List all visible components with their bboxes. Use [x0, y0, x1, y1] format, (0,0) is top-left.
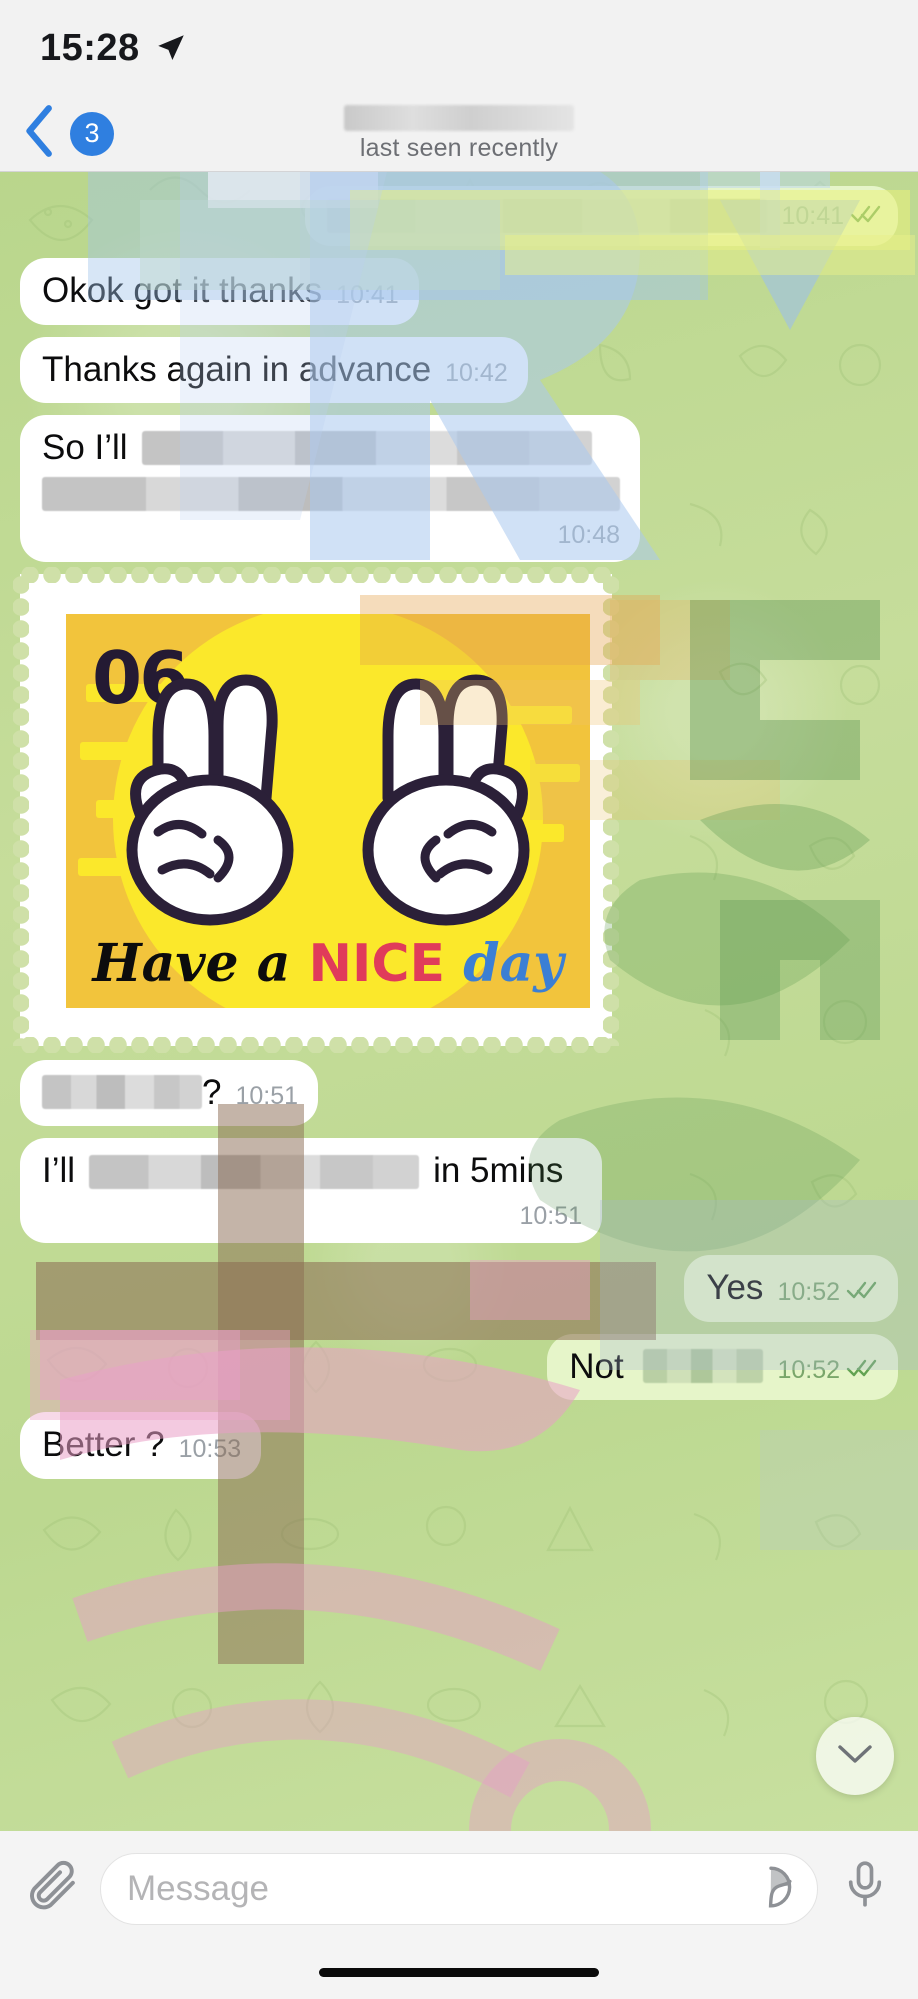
- stamp-artwork: 06 Have a NICE day: [66, 613, 590, 1008]
- message-row[interactable]: I’ll in 5mins 10:51: [0, 1138, 918, 1243]
- message-row[interactable]: Better ? 10:53: [0, 1412, 918, 1479]
- chevron-down-icon[interactable]: [835, 1741, 875, 1772]
- message-meta: 10:53: [179, 1435, 242, 1464]
- message-time: 10:48: [557, 520, 620, 549]
- message-bubble-incoming[interactable]: Okok got it thanks 10:41: [20, 258, 419, 325]
- stamp-perforation-left: [13, 573, 29, 1046]
- message-meta: 10:48: [557, 521, 620, 550]
- message-time: 10:42: [445, 359, 508, 388]
- message-row[interactable]: Not 10:52: [0, 1333, 918, 1401]
- stamp-caption: Have a NICE day: [66, 933, 590, 994]
- message-text-visible: Not: [569, 1346, 624, 1386]
- unread-count-badge[interactable]: 3: [70, 111, 114, 156]
- message-meta: 10:41: [336, 281, 399, 310]
- sticker-icon[interactable]: [747, 1863, 795, 1916]
- message-meta: 10:41: [781, 202, 882, 231]
- double-check-icon: [846, 1278, 878, 1307]
- contact-name-redacted: [344, 104, 574, 131]
- message-bubble-outgoing[interactable]: Not 10:52: [547, 1333, 898, 1401]
- message-row[interactable]: 10:41: [0, 186, 918, 246]
- redacted-text: [327, 199, 768, 233]
- status-bar-time: 15:28: [40, 26, 140, 69]
- redacted-text: [42, 476, 620, 511]
- scroll-to-bottom-button[interactable]: [816, 1717, 894, 1795]
- message-time: 10:51: [519, 1201, 582, 1230]
- back-button[interactable]: 3: [0, 103, 114, 164]
- message-row[interactable]: ? 10:51: [0, 1059, 918, 1127]
- message-text-suffix: in 5mins: [433, 1151, 564, 1191]
- message-bubble-incoming[interactable]: So I’ll 10:48: [20, 415, 640, 562]
- redacted-text: [141, 431, 592, 466]
- message-time: 10:41: [336, 280, 399, 309]
- paperclip-icon[interactable]: [22, 1853, 84, 1915]
- message-bubble-outgoing[interactable]: 10:41: [305, 186, 898, 246]
- redacted-text: [42, 1074, 202, 1109]
- message-meta: 10:52: [777, 1278, 878, 1307]
- message-time: 10:51: [235, 1082, 299, 1111]
- message-row[interactable]: Thanks again in advance 10:42: [0, 336, 918, 404]
- message-bubble-incoming[interactable]: I’ll in 5mins 10:51: [20, 1138, 602, 1243]
- microphone-icon[interactable]: [834, 1853, 896, 1915]
- double-check-icon: [850, 202, 882, 231]
- message-time: 10:52: [777, 1277, 840, 1306]
- message-row[interactable]: Yes 10:52: [0, 1254, 918, 1322]
- message-meta: 10:51: [519, 1202, 582, 1231]
- chat-header: 3 last seen recently: [0, 96, 918, 172]
- message-time: 10:53: [178, 1434, 242, 1463]
- phone-screen: 15:28 3 last seen recently 10:41 Okok go…: [0, 0, 918, 1999]
- message-text-visible: ?: [202, 1072, 222, 1112]
- message-meta: 10:51: [235, 1082, 298, 1111]
- status-bar: 15:28: [0, 0, 918, 96]
- message-list[interactable]: 10:41 Okok got it thanks 10:41 Thanks ag…: [0, 172, 918, 1831]
- message-bubble-incoming[interactable]: Better ? 10:53: [20, 1412, 262, 1479]
- message-row-sticker[interactable]: 06 Have a NICE day: [0, 566, 918, 1053]
- message-text: Thanks again in advance: [42, 349, 432, 389]
- message-time: 10:52: [777, 1356, 840, 1385]
- double-check-icon: [846, 1356, 878, 1385]
- message-input-placeholder: Message: [127, 1869, 270, 1908]
- message-bubble-outgoing[interactable]: Yes 10:52: [684, 1254, 898, 1322]
- caption-nice: NICE: [308, 933, 446, 994]
- message-meta: 10:52: [777, 1356, 878, 1385]
- contact-status: last seen recently: [359, 133, 559, 162]
- message-text: So I’ll: [42, 428, 128, 468]
- chevron-left-icon[interactable]: [18, 103, 62, 164]
- have-a-nice-day-stamp-sticker[interactable]: 06 Have a NICE day: [13, 566, 619, 1053]
- peace-hands-icon: [126, 674, 530, 926]
- message-input-field[interactable]: Message: [100, 1853, 818, 1925]
- message-row[interactable]: So I’ll 10:48: [0, 415, 918, 562]
- caption-have-a: Have a: [92, 932, 291, 994]
- message-time: 10:41: [781, 202, 844, 230]
- chat-title-block: last seen recently: [0, 96, 918, 171]
- message-bubble-incoming[interactable]: Thanks again in advance 10:42: [20, 336, 528, 404]
- message-bubble-incoming[interactable]: ? 10:51: [20, 1059, 319, 1127]
- message-text: Yes: [706, 1267, 764, 1307]
- message-meta: 10:42: [445, 359, 508, 388]
- redacted-text: [89, 1154, 420, 1189]
- message-text: Not: [569, 1346, 764, 1388]
- home-indicator: [319, 1968, 599, 1977]
- stamp-perforation-right: [603, 573, 619, 1046]
- message-text: Okok got it thanks: [42, 271, 323, 310]
- message-text: ?: [42, 1073, 221, 1114]
- location-arrow-icon: [154, 31, 188, 65]
- message-text: Better ?: [42, 1425, 165, 1465]
- redacted-text: [643, 1348, 764, 1383]
- message-text-prefix: I’ll: [42, 1151, 76, 1191]
- message-row[interactable]: Okok got it thanks 10:41: [0, 258, 918, 325]
- caption-day: day: [463, 932, 564, 994]
